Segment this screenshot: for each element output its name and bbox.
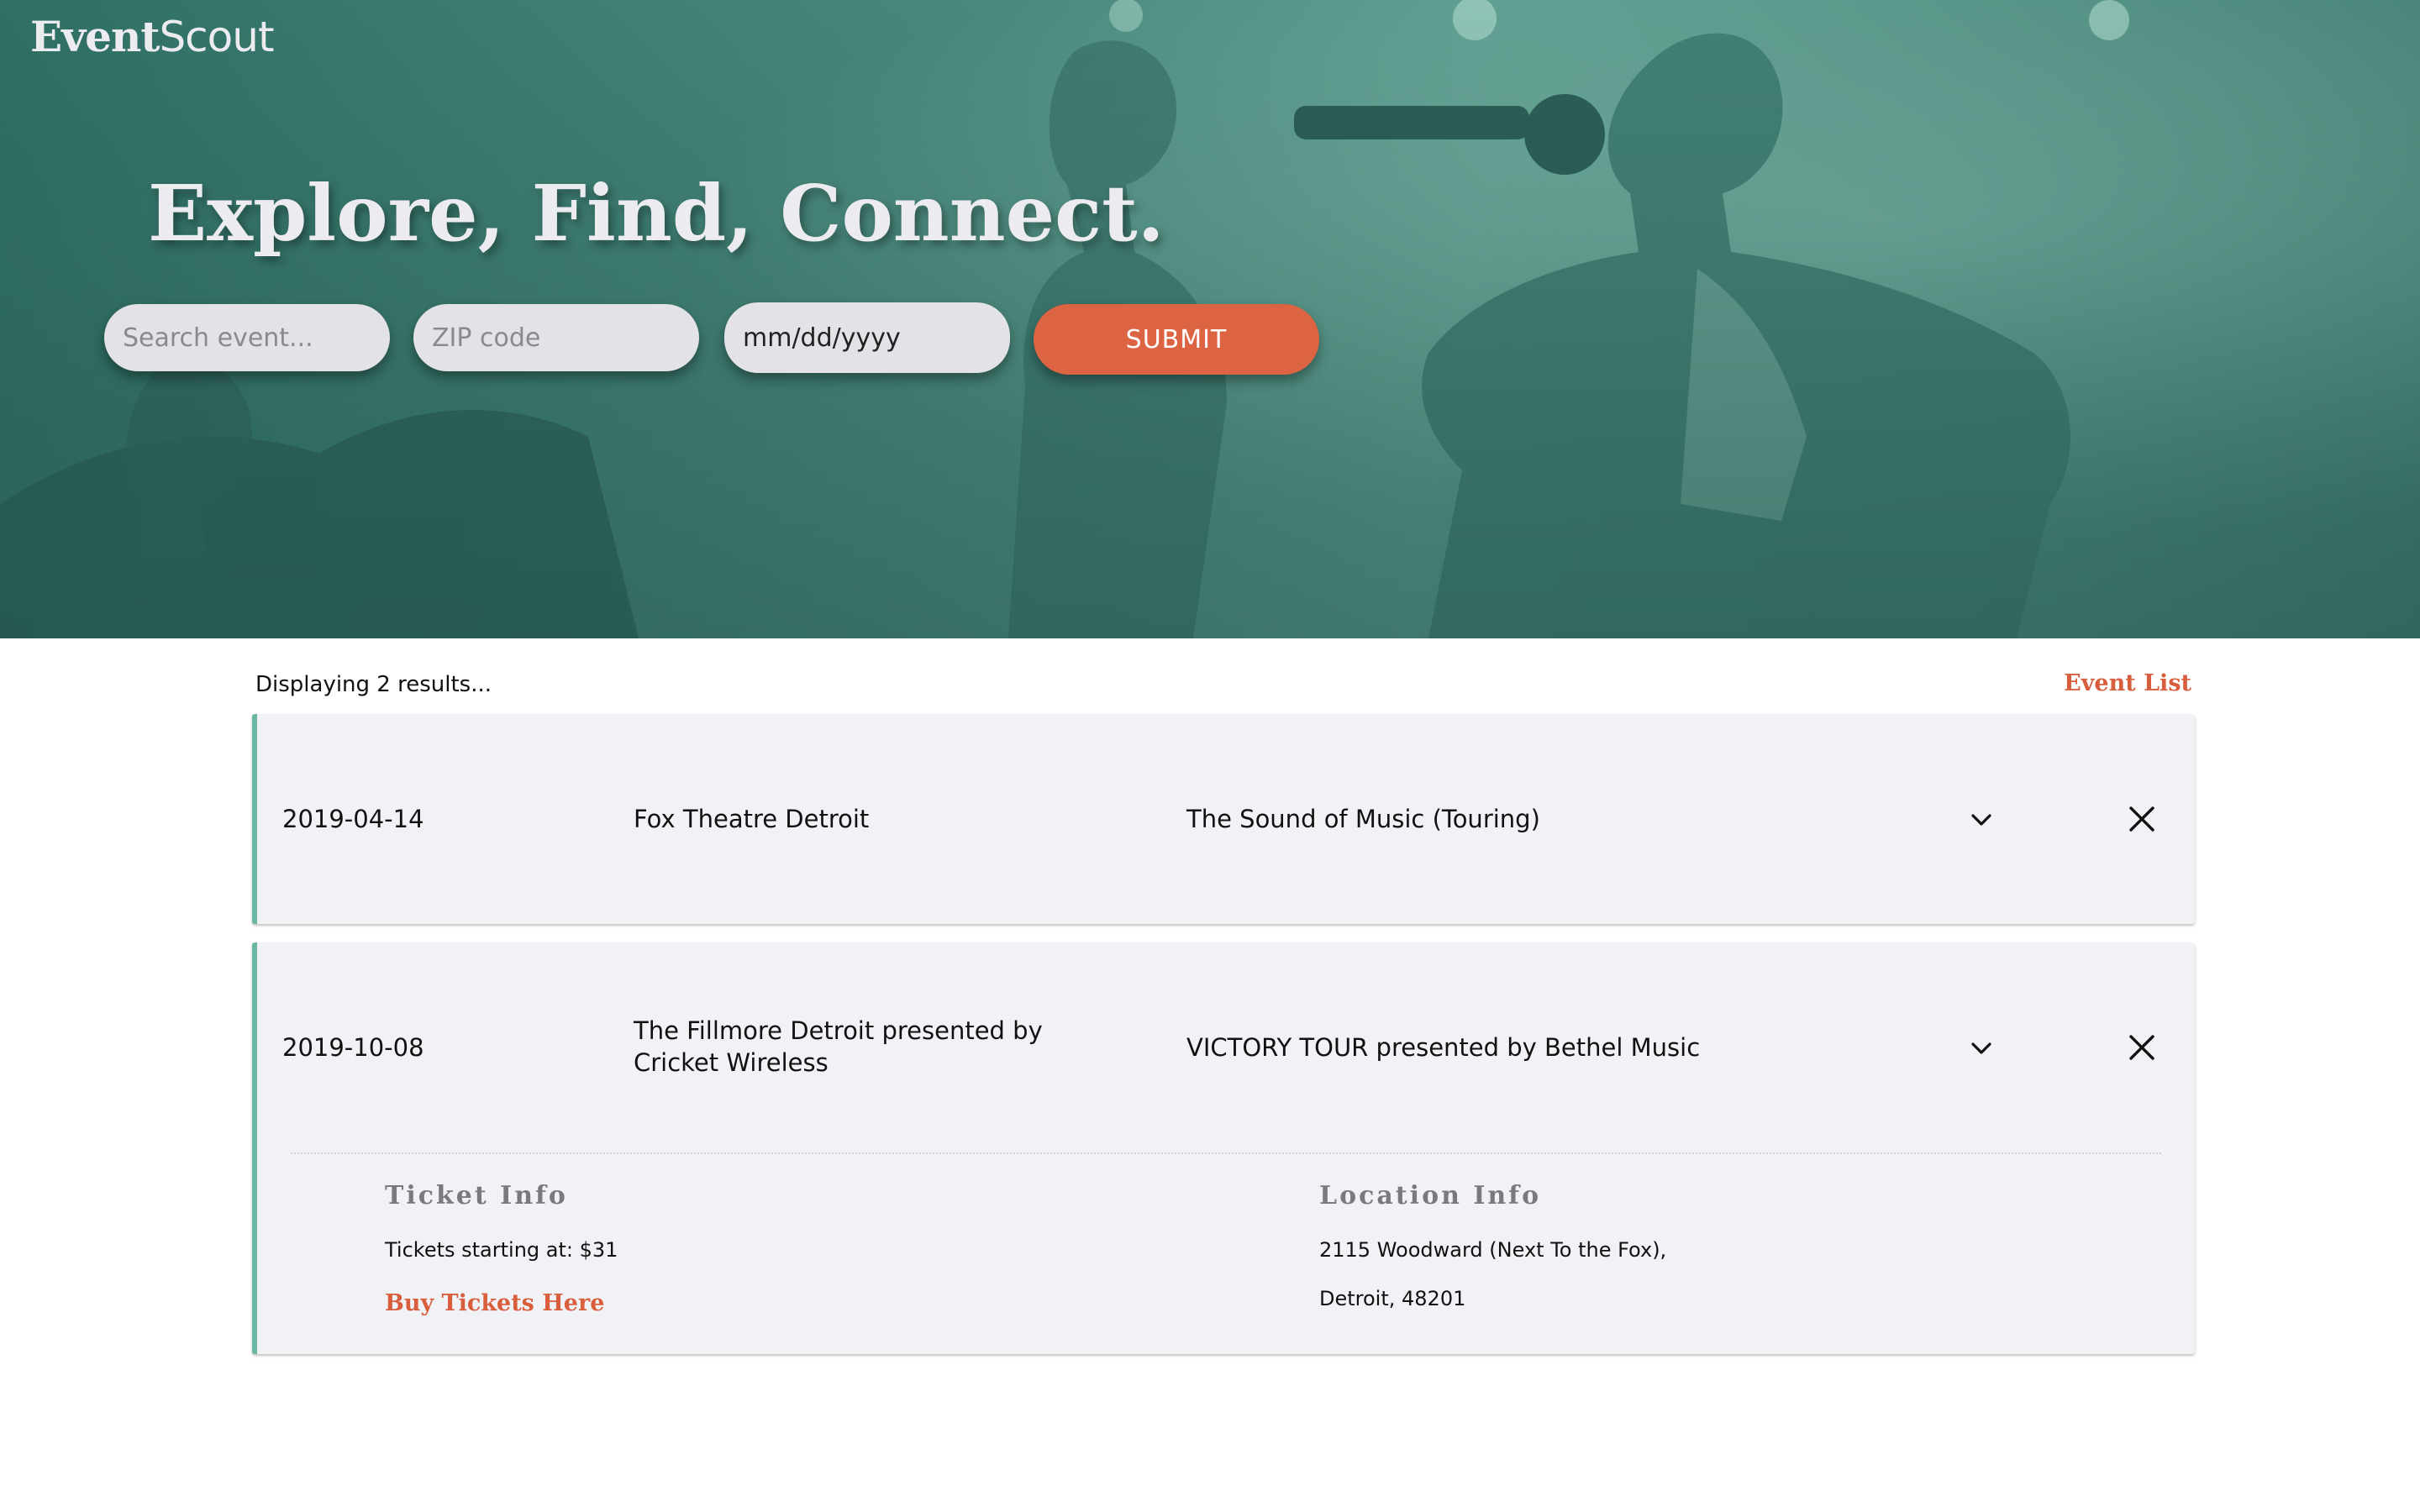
location-info-heading: Location Info [1319, 1181, 1542, 1210]
close-icon[interactable] [2126, 1032, 2158, 1067]
close-icon[interactable] [2126, 803, 2158, 838]
submit-button[interactable]: SUBMIT [1034, 304, 1319, 375]
details-divider [291, 1152, 2161, 1154]
address-line-2: Detroit, 48201 [1319, 1287, 1466, 1310]
brand-name-bold: Event [30, 12, 160, 61]
brand-name-light: Scout [159, 13, 274, 61]
ticket-info-heading: Ticket Info [385, 1181, 568, 1210]
event-date: 2019-10-08 [282, 1033, 424, 1062]
date-input[interactable]: mm/dd/yyyy [724, 302, 1010, 373]
brand-logo[interactable]: EventScout [30, 12, 275, 61]
results-count: Displaying 2 results... [255, 672, 492, 697]
event-date: 2019-04-14 [282, 805, 424, 833]
address-line-1: 2115 Woodward (Next To the Fox), [1319, 1238, 1667, 1262]
buy-tickets-link[interactable]: Buy Tickets Here [385, 1290, 604, 1316]
event-name: The Sound of Music (Touring) [1186, 805, 1540, 833]
hero-title: Explore, Find, Connect. [148, 168, 1165, 259]
event-card: 2019-04-14 Fox Theatre Detroit The Sound… [252, 714, 2195, 924]
event-list-link[interactable]: Event List [2064, 670, 2191, 696]
search-event-input[interactable]: Search event... [104, 304, 390, 371]
chevron-down-icon[interactable] [1968, 1035, 1995, 1065]
event-name: VICTORY TOUR presented by Bethel Music [1186, 1033, 1701, 1062]
event-card-expanded: 2019-10-08 The Fillmore Detroit presente… [252, 942, 2195, 1354]
chevron-down-icon[interactable] [1968, 806, 1995, 837]
hero-banner: EventScout Explore, Find, Connect. Searc… [0, 0, 2420, 638]
ticket-price-text: Tickets starting at: $31 [385, 1238, 618, 1262]
event-venue: The Fillmore Detroit presented by Cricke… [634, 1016, 1043, 1077]
zip-code-input[interactable]: ZIP code [413, 304, 699, 371]
event-venue: Fox Theatre Detroit [634, 805, 870, 833]
